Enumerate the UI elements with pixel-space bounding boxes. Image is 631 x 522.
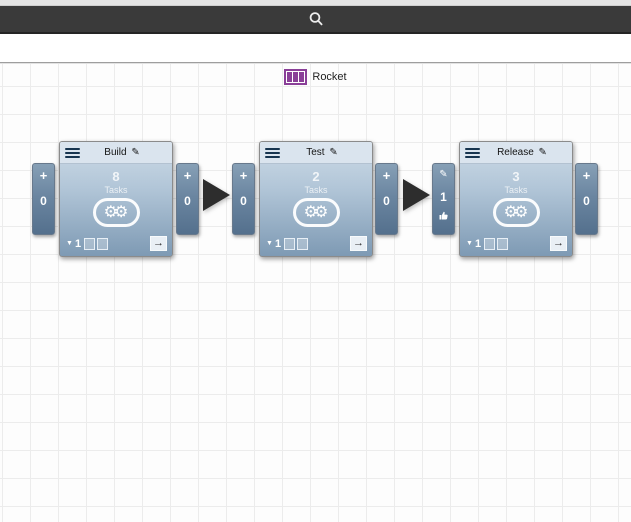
stage-summary: 2 Tasks ⚙⚙ <box>260 169 372 227</box>
stage-footer: ▼ 1 → <box>466 236 567 251</box>
stage-title: Build ✎ <box>104 147 140 158</box>
pre-approval-tab-release[interactable]: ✎ 1 <box>432 163 455 235</box>
open-stage-button[interactable]: → <box>150 236 167 251</box>
stage-title: Release ✎ <box>497 147 547 158</box>
tasks-label: Tasks <box>304 185 328 195</box>
post-approval-tab-release[interactable]: + 0 <box>575 163 598 235</box>
pipeline-name-label[interactable]: Rocket <box>0 69 631 85</box>
stage-footer: ▼ 1 → <box>266 236 367 251</box>
add-approval-icon[interactable]: + <box>576 169 597 183</box>
task-count: 2 <box>312 169 320 184</box>
approval-count: 0 <box>383 194 390 208</box>
status-badge[interactable] <box>297 237 309 250</box>
stage-footer: ▼ 1 → <box>66 236 167 251</box>
app-window: Rocket + 0 Build ✎ 8 Tasks ⚙⚙ ▼ 1 → + 0 … <box>0 0 631 522</box>
add-approval-icon[interactable]: + <box>233 169 254 183</box>
task-count: 8 <box>112 169 120 184</box>
stage-card-build[interactable]: Build ✎ 8 Tasks ⚙⚙ ▼ 1 → <box>59 141 173 257</box>
pre-approval-tab-test[interactable]: + 0 <box>232 163 255 235</box>
stage-header: Test ✎ <box>260 142 372 164</box>
gears-icon: ⚙⚙ <box>492 198 540 227</box>
thumb-up-icon <box>433 211 454 220</box>
toolbar-divider <box>0 62 631 63</box>
status-badge[interactable] <box>484 237 496 250</box>
open-stage-button[interactable]: → <box>550 236 567 251</box>
task-count: 3 <box>512 169 520 184</box>
edit-approval-icon[interactable]: ✎ <box>433 169 454 181</box>
collapse-icon[interactable]: ▼ <box>66 239 73 249</box>
search-icon[interactable] <box>308 11 324 27</box>
tasks-label: Tasks <box>104 185 128 195</box>
status-badge[interactable] <box>84 237 96 250</box>
stage-card-release[interactable]: Release ✎ 3 Tasks ⚙⚙ ▼ 1 → <box>459 141 573 257</box>
add-approval-icon[interactable]: + <box>376 169 397 183</box>
post-approval-tab-build[interactable]: + 0 <box>176 163 199 235</box>
footer-count: 1 <box>74 237 82 250</box>
connector-arrow-icon <box>403 179 430 211</box>
add-approval-icon[interactable]: + <box>33 169 54 183</box>
stage-card-test[interactable]: Test ✎ 2 Tasks ⚙⚙ ▼ 1 → <box>259 141 373 257</box>
menu-icon[interactable] <box>65 147 80 158</box>
approval-count: 0 <box>184 194 191 208</box>
menu-icon[interactable] <box>265 147 280 158</box>
edit-icon[interactable]: ✎ <box>539 147 547 158</box>
gears-icon: ⚙⚙ <box>92 198 140 227</box>
collapse-icon[interactable]: ▼ <box>266 239 273 249</box>
pipeline-icon <box>284 69 308 85</box>
stage-summary: 8 Tasks ⚙⚙ <box>60 169 172 227</box>
post-approval-tab-test[interactable]: + 0 <box>375 163 398 235</box>
stage-title: Test ✎ <box>306 147 338 158</box>
approval-count: 0 <box>583 194 590 208</box>
status-badge[interactable] <box>97 237 109 250</box>
pipeline-name: Rocket <box>312 71 347 83</box>
status-badge[interactable] <box>497 237 509 250</box>
top-toolbar <box>0 6 631 34</box>
footer-count: 1 <box>474 237 482 250</box>
stage-header: Release ✎ <box>460 142 572 164</box>
open-stage-button[interactable]: → <box>350 236 367 251</box>
stage-header: Build ✎ <box>60 142 172 164</box>
approval-count: 1 <box>440 190 447 204</box>
add-approval-icon[interactable]: + <box>177 169 198 183</box>
sub-toolbar-band <box>0 34 631 62</box>
pipeline-canvas[interactable]: Rocket + 0 Build ✎ 8 Tasks ⚙⚙ ▼ 1 → + 0 … <box>0 64 631 522</box>
stage-summary: 3 Tasks ⚙⚙ <box>460 169 572 227</box>
approval-count: 0 <box>240 194 247 208</box>
footer-count: 1 <box>274 237 282 250</box>
edit-icon[interactable]: ✎ <box>329 147 337 158</box>
collapse-icon[interactable]: ▼ <box>466 239 473 249</box>
tasks-label: Tasks <box>504 185 528 195</box>
edit-icon[interactable]: ✎ <box>131 147 139 158</box>
pre-approval-tab-build[interactable]: + 0 <box>32 163 55 235</box>
menu-icon[interactable] <box>465 147 480 158</box>
status-badge[interactable] <box>284 237 296 250</box>
gears-icon: ⚙⚙ <box>292 198 340 227</box>
connector-arrow-icon <box>203 179 230 211</box>
approval-count: 0 <box>40 194 47 208</box>
